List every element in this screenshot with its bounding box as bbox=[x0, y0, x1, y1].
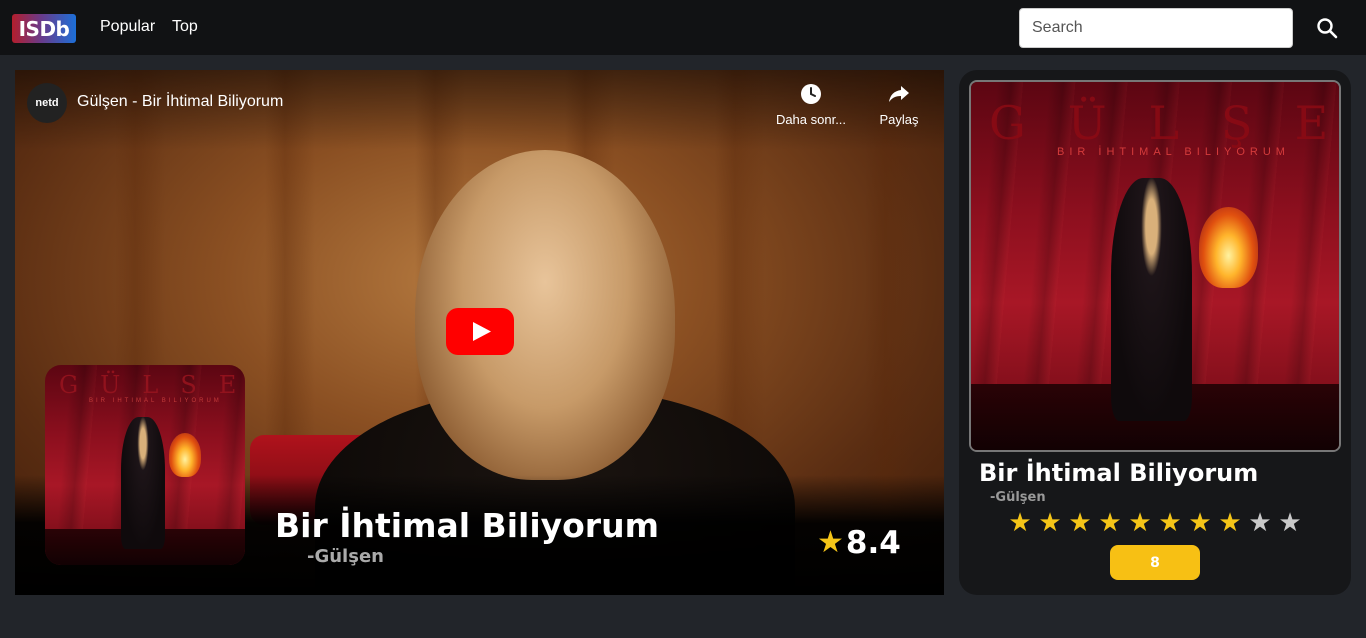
star-icon[interactable]: ★ bbox=[1125, 508, 1155, 538]
star-icon[interactable]: ★ bbox=[1155, 508, 1185, 538]
channel-avatar[interactable]: netd bbox=[27, 83, 67, 123]
star-icon[interactable]: ★ bbox=[1065, 508, 1095, 538]
star-icon[interactable]: ★ bbox=[1215, 508, 1245, 538]
star-icon[interactable]: ★ bbox=[1095, 508, 1125, 538]
play-button[interactable] bbox=[446, 308, 514, 355]
cover-art-title: GÜLŞEN bbox=[989, 96, 1339, 150]
share-button[interactable]: Paylaş bbox=[874, 82, 924, 127]
clock-icon bbox=[801, 84, 821, 104]
song-card: GÜLŞEN BIR İHTIMAL BILIYORUM Bir İhtimal… bbox=[959, 70, 1351, 595]
watch-later-label: Daha sonr... bbox=[775, 112, 847, 127]
search-input[interactable] bbox=[1019, 8, 1293, 48]
score-button[interactable]: 8 bbox=[1110, 545, 1200, 580]
star-icon[interactable]: ★ bbox=[1275, 508, 1305, 538]
star-rating-input[interactable]: ★ ★ ★ ★ ★ ★ ★ ★ ★ ★ bbox=[1005, 508, 1305, 538]
star-icon: ★ bbox=[817, 525, 844, 560]
album-art-figure bbox=[1110, 177, 1192, 421]
album-art-fire bbox=[1199, 207, 1259, 289]
star-icon[interactable]: ★ bbox=[1005, 508, 1035, 538]
thumb-art-subtitle: BIR IHTIMAL BILIYORUM bbox=[89, 398, 222, 404]
song-title: Bir İhtimal Biliyorum bbox=[275, 506, 659, 545]
nav-link-top[interactable]: Top bbox=[172, 18, 198, 36]
thumb-art-title: GÜLSEN bbox=[59, 371, 245, 399]
nav-link-popular[interactable]: Popular bbox=[100, 18, 155, 36]
watch-later-button[interactable]: Daha sonr... bbox=[773, 82, 849, 127]
average-rating: ★ 8.4 bbox=[817, 525, 901, 561]
play-icon bbox=[446, 308, 514, 355]
site-logo[interactable]: ISDb bbox=[12, 14, 76, 43]
video-title[interactable]: Gülşen - Bir İhtimal Biliyorum bbox=[77, 93, 283, 111]
song-artist: -Gülşen bbox=[307, 546, 384, 567]
album-art-figure bbox=[121, 417, 165, 549]
album-art-fire bbox=[169, 433, 201, 477]
star-icon[interactable]: ★ bbox=[1035, 508, 1065, 538]
navbar: ISDb Popular Top bbox=[0, 0, 1366, 55]
card-song-title: Bir İhtimal Biliyorum bbox=[979, 459, 1259, 487]
star-icon[interactable]: ★ bbox=[1245, 508, 1275, 538]
card-artist: -Gülşen bbox=[990, 490, 1046, 505]
album-thumbnail: GÜLSEN BIR IHTIMAL BILIYORUM bbox=[45, 365, 245, 565]
share-icon bbox=[889, 86, 909, 102]
rating-value: 8.4 bbox=[845, 525, 901, 561]
album-cover: GÜLŞEN BIR İHTIMAL BILIYORUM bbox=[969, 80, 1341, 452]
cover-art-subtitle: BIR İHTIMAL BILIYORUM bbox=[1057, 146, 1290, 158]
search-button[interactable] bbox=[1310, 12, 1344, 44]
star-icon[interactable]: ★ bbox=[1185, 508, 1215, 538]
search-icon bbox=[1317, 18, 1338, 39]
share-label: Paylaş bbox=[879, 112, 919, 127]
video-player[interactable]: netd Gülşen - Bir İhtimal Biliyorum Daha… bbox=[15, 70, 944, 595]
